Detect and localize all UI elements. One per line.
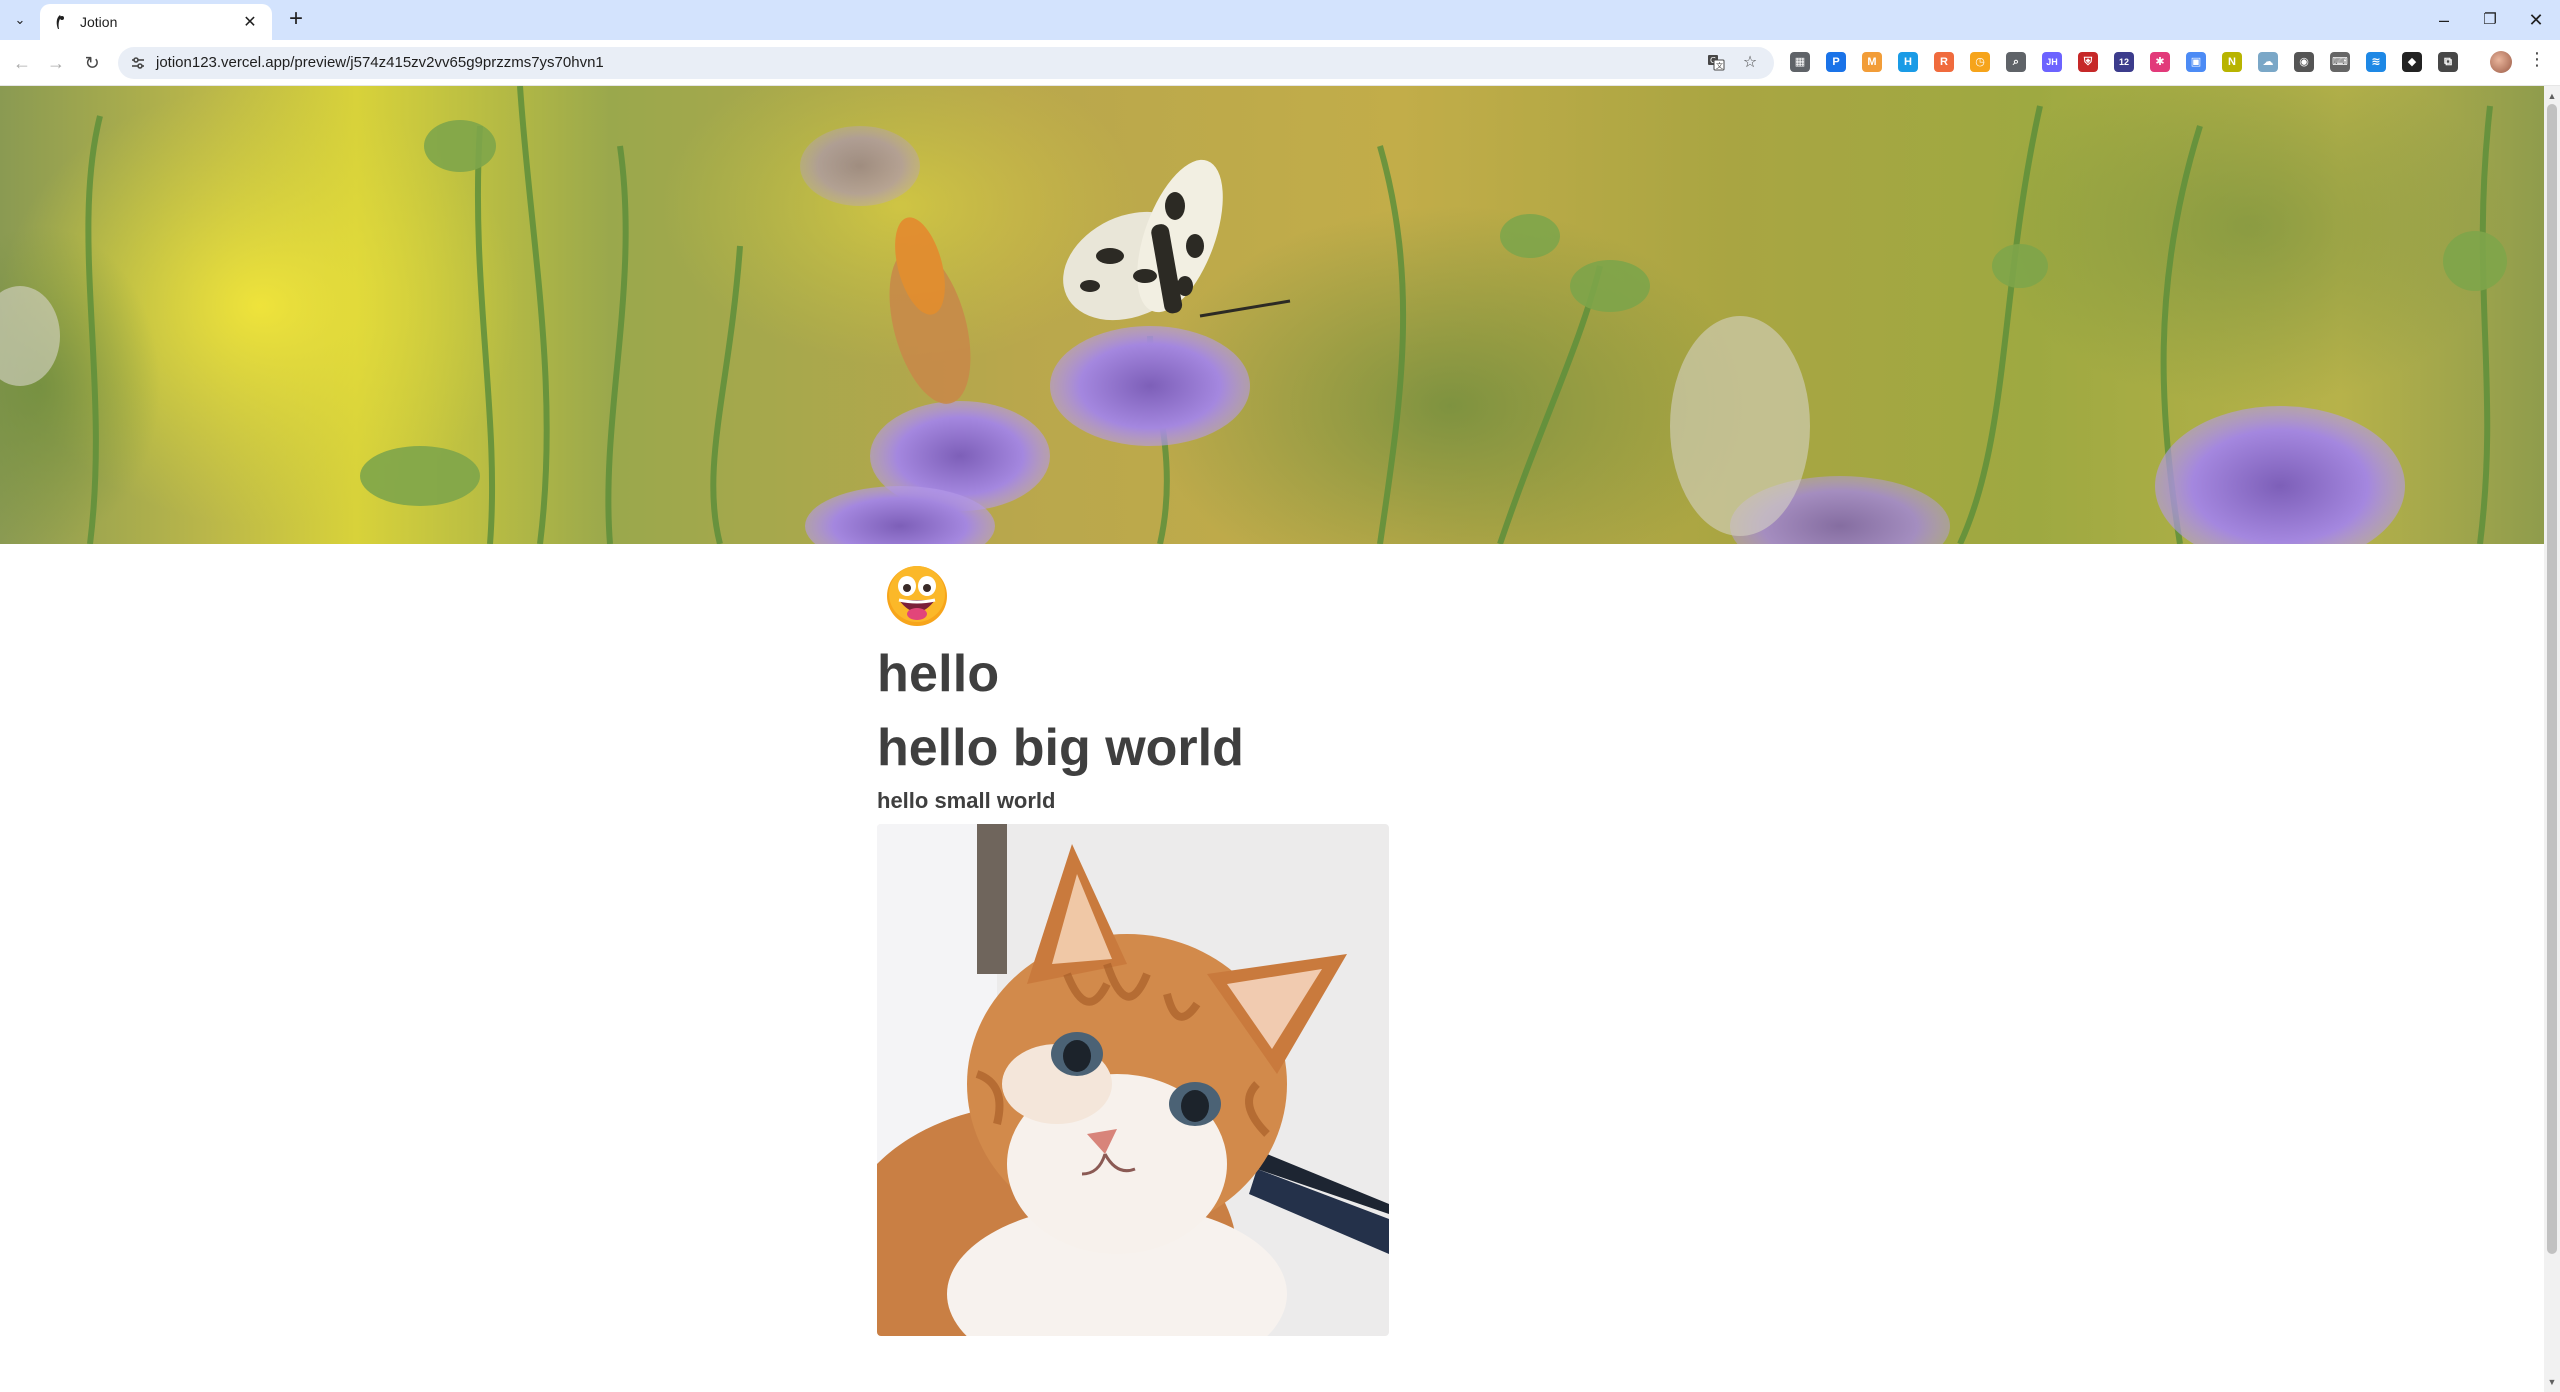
shield-icon[interactable]: ⛨ <box>2078 52 2098 72</box>
tab-active[interactable]: Jotion ✕ <box>40 4 272 40</box>
bookmark-star-icon[interactable]: ☆ <box>1740 53 1760 73</box>
tab-search-button[interactable]: ⌄ <box>8 8 32 32</box>
page-title[interactable]: hello <box>877 644 999 704</box>
camera-icon[interactable]: ◉ <box>2294 52 2314 72</box>
jh-icon[interactable]: JH <box>2042 52 2062 72</box>
calendar-icon[interactable]: 12 <box>2114 52 2134 72</box>
translate-icon[interactable]: G文 <box>1706 53 1726 73</box>
scrollbar-thumb[interactable] <box>2547 104 2557 1254</box>
cover-image <box>0 86 2544 544</box>
tab-strip: ⌄ Jotion ✕ + – ❐ ✕ <box>0 0 2560 40</box>
close-window-button[interactable]: ✕ <box>2516 6 2556 34</box>
scroll-down-icon[interactable]: ▼ <box>2544 1374 2560 1390</box>
address-bar[interactable]: jotion123.vercel.app/preview/j574z415zv2… <box>118 47 1774 79</box>
restore-button[interactable]: ❐ <box>2470 6 2510 34</box>
heading-3[interactable]: hello small world <box>877 788 1055 814</box>
back-button[interactable]: ← <box>8 49 36 77</box>
n-icon[interactable]: N <box>2222 52 2242 72</box>
browser-toolbar: ← → ↻ jotion123.vercel.app/preview/j574z… <box>0 40 2560 112</box>
scroll-up-icon[interactable]: ▲ <box>2544 88 2560 104</box>
paypal-icon[interactable]: P <box>1826 52 1846 72</box>
pink-icon[interactable]: ✱ <box>2150 52 2170 72</box>
cat-photo <box>877 824 1389 1336</box>
gmail-icon[interactable]: M <box>1862 52 1882 72</box>
cube-icon[interactable]: ◆ <box>2402 52 2422 72</box>
search-ext-icon[interactable]: ⌕ <box>2006 52 2026 72</box>
cloud-icon[interactable]: ☁ <box>2258 52 2278 72</box>
h-icon[interactable]: H <box>1898 52 1918 72</box>
chevron-down-icon: ⌄ <box>14 12 26 27</box>
wave-icon[interactable]: ≋ <box>2366 52 2386 72</box>
site-info-icon[interactable] <box>128 53 148 73</box>
store-icon[interactable]: ▦ <box>1790 52 1810 72</box>
page-viewport: hello hello big world hello small world <box>0 86 2544 1392</box>
jotion-logo-icon <box>56 15 64 29</box>
cover-meadow-illustration <box>0 86 2510 544</box>
page-emoji-icon[interactable] <box>885 564 949 628</box>
svg-text:文: 文 <box>1716 61 1723 70</box>
forward-button[interactable]: → <box>42 49 70 77</box>
browser-menu-icon[interactable]: ⋮ <box>2528 49 2546 70</box>
clock-icon[interactable]: ◷ <box>1970 52 1990 72</box>
profile-avatar[interactable] <box>2490 51 2512 73</box>
image-icon[interactable]: ▣ <box>2186 52 2206 72</box>
puzzle-icon[interactable]: ⧉ <box>2438 52 2458 72</box>
page-scrollbar[interactable]: ▲ ▼ <box>2544 86 2560 1392</box>
new-tab-button[interactable]: + <box>282 6 310 34</box>
tab-title: Jotion <box>80 14 118 30</box>
r-icon[interactable]: R <box>1934 52 1954 72</box>
heading-1[interactable]: hello big world <box>877 718 1244 778</box>
close-tab-icon[interactable]: ✕ <box>240 12 260 32</box>
url-text: jotion123.vercel.app/preview/j574z415zv2… <box>156 54 604 71</box>
reload-button[interactable]: ↻ <box>78 49 106 77</box>
minimize-button[interactable]: – <box>2424 6 2464 34</box>
keyboard-icon[interactable]: ⌨ <box>2330 52 2350 72</box>
